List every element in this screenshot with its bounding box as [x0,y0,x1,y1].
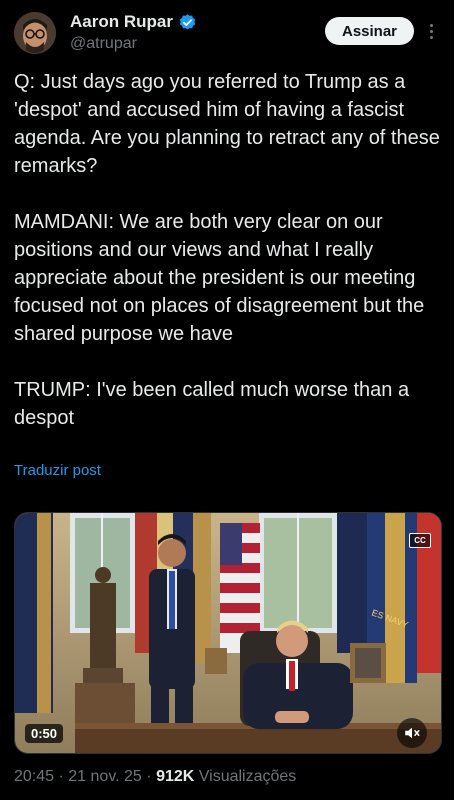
post-text: Q: Just days ago you referred to Trump a… [14,68,444,432]
view-count-label: Visualizações [198,768,297,785]
meta-separator: · [58,768,64,785]
author-handle[interactable]: @atrupar [70,35,137,53]
meta-separator: · [146,768,152,785]
subscribe-button[interactable]: Assinar [325,17,414,45]
post-paragraph-mamdani: MAMDANI: We are both very clear on our p… [14,211,425,345]
video-player[interactable]: ES NAVY CC 0:50 [14,512,442,754]
post-date[interactable]: 21 nov. 25 [68,768,142,785]
avatar[interactable] [14,12,56,54]
video-thumbnail: ES NAVY [15,513,441,753]
view-count[interactable]: 912K [156,768,194,785]
video-duration: 0:50 [25,724,64,743]
volume-muted-icon[interactable] [397,718,427,748]
post-paragraph-trump: TRUMP: I've been called much worse than … [14,379,410,429]
post-paragraph-question: Q: Just days ago you referred to Trump a… [14,71,440,177]
more-options-icon[interactable] [424,20,438,42]
post-header: Aaron Rupar @atrupar Assinar [0,0,454,62]
translate-post-link[interactable]: Traduzir post [14,462,101,479]
author-name[interactable]: Aaron Rupar [70,12,173,32]
verified-badge-icon [178,13,197,32]
post-time[interactable]: 20:45 [14,768,54,785]
post-meta: 20:45 · 21 nov. 25 · 912K Visualizações [14,768,296,786]
cc-icon[interactable]: CC [409,533,431,548]
